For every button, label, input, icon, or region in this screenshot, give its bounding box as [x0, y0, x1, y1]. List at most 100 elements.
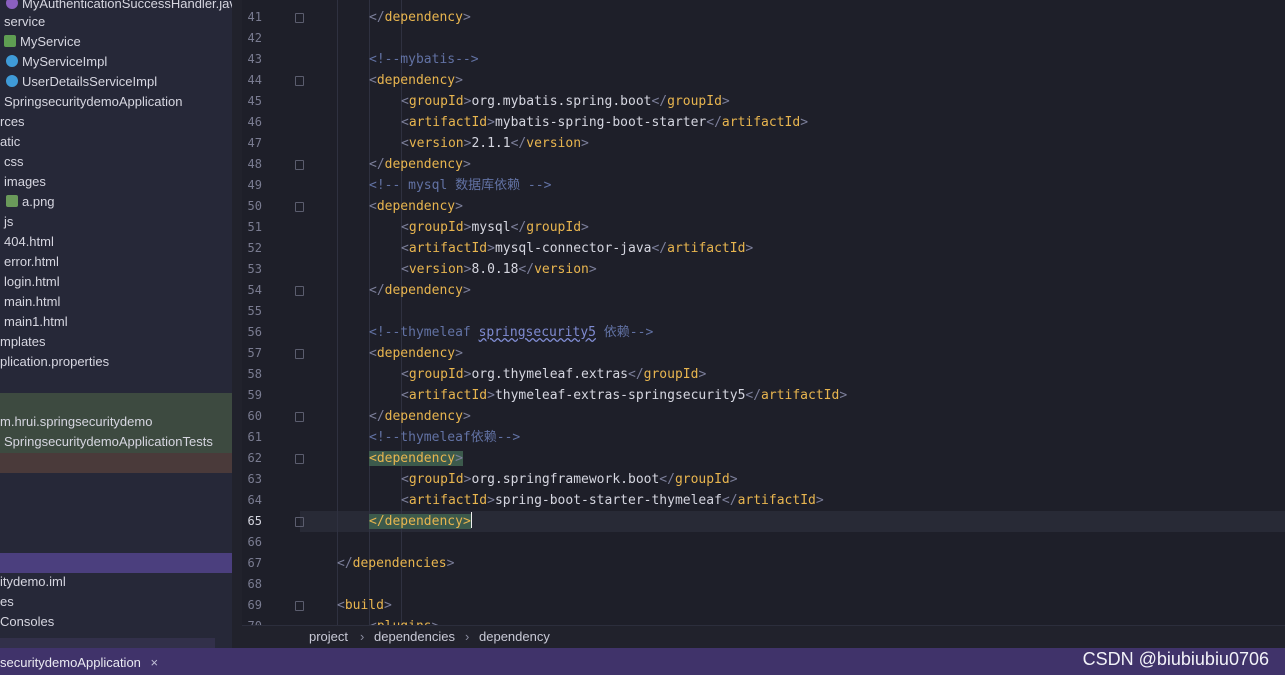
code-line-62[interactable]: <dependency> — [369, 448, 463, 469]
tree-item-iml[interactable]: itydemo.iml — [0, 572, 66, 592]
tree-item-404[interactable]: 404.html — [4, 232, 54, 252]
line-number: 46 — [247, 115, 262, 129]
text-cursor — [470, 512, 472, 528]
code-line-49[interactable]: <!-- mysql 数据库依赖 --> — [369, 175, 551, 196]
panel-divider[interactable] — [232, 0, 242, 648]
line-number: 61 — [247, 430, 262, 444]
tree-item-app-properties[interactable]: plication.properties — [0, 352, 109, 372]
tree-item-resources[interactable]: rces — [0, 112, 25, 132]
code-line-60[interactable]: </dependency> — [369, 406, 471, 427]
xml-value: org.thymeleaf.extras — [471, 367, 628, 382]
line-number: 64 — [247, 493, 262, 507]
tree-item-error[interactable]: error.html — [4, 252, 59, 272]
line-number: 54 — [247, 283, 262, 297]
code-line-48[interactable]: </dependency> — [369, 154, 471, 175]
tree-item-label: MyService — [20, 34, 81, 49]
xml-value: mysql-connector-java — [494, 241, 652, 256]
run-tab[interactable]: securitydemoApplication × — [0, 653, 158, 673]
line-number-current: 65 — [247, 514, 262, 528]
tree-item-test-package[interactable]: m.hrui.springsecuritydemo — [0, 412, 152, 432]
tree-item-consoles[interactable]: Consoles — [0, 612, 54, 632]
chevron-right-icon: › — [465, 629, 470, 644]
code-line-45[interactable]: <groupId>org.mybatis.spring.boot</groupI… — [401, 91, 730, 112]
tree-item-app-tests[interactable]: SpringsecuritydemoApplicationTests — [4, 432, 213, 452]
xml-value: 8.0.18 — [471, 262, 519, 277]
fold-marker[interactable] — [295, 76, 304, 86]
tree-item-myserviceimpl[interactable]: MyServiceImpl — [6, 52, 107, 72]
code-editor[interactable]: 41 42 43 44 45 46 47 48 49 50 51 52 53 5… — [242, 0, 1285, 625]
fold-marker[interactable] — [295, 349, 304, 359]
tree-item-login[interactable]: login.html — [4, 272, 60, 292]
xml-tag: artifactId — [408, 493, 488, 508]
code-line-44[interactable]: <dependency> — [369, 70, 463, 91]
tree-item-myservice[interactable]: MyService — [4, 32, 81, 52]
code-line-43[interactable]: <!--mybatis--> — [369, 49, 479, 70]
tree-item-static[interactable]: atic — [0, 132, 20, 152]
xml-tag: groupId — [408, 94, 464, 109]
xml-tag: artifactId — [761, 388, 840, 403]
tree-item-label: main1.html — [4, 314, 68, 329]
code-line-56[interactable]: <!--thymeleaf springsecurity5 依赖--> — [369, 322, 653, 343]
tree-item-label: main.html — [4, 294, 61, 309]
spellcheck-word: springsecurity5 — [478, 325, 596, 340]
code-line-51[interactable]: <groupId>mysql</groupId> — [401, 217, 589, 238]
line-number: 57 — [247, 346, 262, 360]
code-line-59[interactable]: <artifactId>thymeleaf-extras-springsecur… — [401, 385, 847, 406]
fold-marker[interactable] — [295, 160, 304, 170]
tree-item-external-libraries[interactable]: es — [0, 592, 14, 612]
fold-marker[interactable] — [295, 286, 304, 296]
tree-item-images[interactable]: images — [4, 172, 46, 192]
fold-marker[interactable] — [295, 412, 304, 422]
fold-marker[interactable] — [295, 454, 304, 464]
tree-item-service[interactable]: service — [4, 12, 45, 32]
line-number: 67 — [247, 556, 262, 570]
fold-marker[interactable] — [295, 202, 304, 212]
code-line-69[interactable]: <build> — [337, 595, 392, 616]
interface-icon — [4, 35, 16, 47]
code-line-70[interactable]: <plugins> — [369, 616, 439, 625]
xml-tag: artifactId — [408, 241, 488, 256]
xml-tag: dependency — [384, 283, 463, 298]
code-line-53[interactable]: <version>8.0.18</version> — [401, 259, 597, 280]
line-number: 62 — [247, 451, 262, 465]
code-line-57[interactable]: <dependency> — [369, 343, 463, 364]
fold-marker[interactable] — [295, 517, 304, 527]
tree-item-templates[interactable]: mplates — [0, 332, 46, 352]
scratches-highlight — [0, 638, 215, 648]
code-line-63[interactable]: <groupId>org.springframework.boot</group… — [401, 469, 738, 490]
close-icon[interactable]: × — [151, 655, 159, 670]
class-icon — [6, 75, 18, 87]
fold-marker[interactable] — [295, 601, 304, 611]
line-number: 66 — [247, 535, 262, 549]
code-line-65[interactable]: </dependency> — [369, 511, 472, 532]
xml-tag: groupId — [526, 220, 582, 235]
code-line-52[interactable]: <artifactId>mysql-connector-java</artifa… — [401, 238, 753, 259]
tree-item-label: a.png — [22, 194, 55, 209]
code-line-47[interactable]: <version>2.1.1</version> — [401, 133, 589, 154]
code-line-50[interactable]: <dependency> — [369, 196, 463, 217]
breadcrumb-item[interactable]: dependencies — [374, 626, 455, 648]
xml-tag: groupId — [643, 367, 699, 382]
class-icon — [6, 55, 18, 67]
tree-item-css[interactable]: css — [4, 152, 24, 172]
breadcrumb-item[interactable]: dependency — [479, 626, 550, 648]
tree-item-userdetailsserviceimpl[interactable]: UserDetailsServiceImpl — [6, 72, 157, 92]
tree-item-main[interactable]: main.html — [4, 292, 60, 312]
matched-tag-highlight: </dependency> — [369, 514, 471, 529]
code-line-41[interactable]: </dependency> — [369, 7, 471, 28]
fold-marker[interactable] — [295, 13, 304, 23]
code-line-54[interactable]: </dependency> — [369, 280, 471, 301]
breadcrumb-item[interactable]: project — [309, 626, 348, 648]
code-line-64[interactable]: <artifactId>spring-boot-starter-thymelea… — [401, 490, 824, 511]
code-line-58[interactable]: <groupId>org.thymeleaf.extras</groupId> — [401, 364, 706, 385]
code-line-46[interactable]: <artifactId>mybatis-spring-boot-starter<… — [401, 112, 808, 133]
code-line-61[interactable]: <!--thymeleaf依赖--> — [369, 427, 520, 448]
tree-item-application[interactable]: SpringsecuritydemoApplication — [4, 92, 182, 112]
tree-item-main1[interactable]: main1.html — [4, 312, 68, 332]
line-number: 48 — [247, 157, 262, 171]
tree-item-a-png[interactable]: a.png — [6, 192, 55, 212]
line-number: 69 — [247, 598, 262, 612]
xml-tag: artifactId — [721, 115, 801, 130]
tree-item-js[interactable]: js — [4, 212, 13, 232]
code-line-67[interactable]: </dependencies> — [337, 553, 454, 574]
